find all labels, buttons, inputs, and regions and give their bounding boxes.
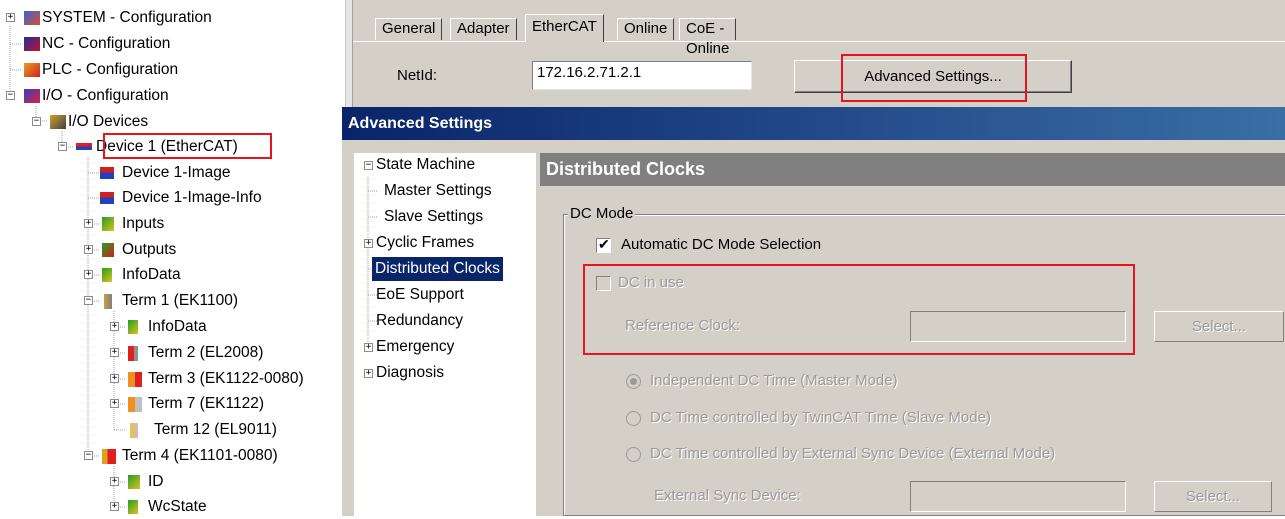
- nav-master-settings[interactable]: Master Settings: [384, 179, 492, 203]
- tree-label: I/O - Configuration: [42, 87, 169, 104]
- nav-cyclic-frames[interactable]: Cyclic Frames: [376, 231, 474, 255]
- expand-plus-icon[interactable]: +: [110, 322, 119, 331]
- tab-adapter[interactable]: Adapter: [450, 18, 517, 40]
- expand-plus-icon[interactable]: +: [110, 399, 119, 408]
- tab-baseline: [353, 41, 1285, 42]
- expand-plus-icon[interactable]: +: [110, 374, 119, 383]
- advanced-button-highlight-box: [841, 54, 1027, 102]
- tab-general[interactable]: General: [375, 18, 443, 40]
- terminal-orange-icon: [128, 372, 142, 387]
- reference-clock-select-button[interactable]: Select...: [1154, 311, 1284, 342]
- collapse-minus-icon[interactable]: −: [84, 296, 93, 305]
- wcstate-icon: [128, 500, 138, 514]
- external-dc-label: DC Time controlled by External Sync Devi…: [650, 445, 1056, 462]
- inputs-icon: [102, 217, 114, 231]
- tree-label: Term 7 (EK1122): [148, 395, 265, 412]
- external-sync-select-button[interactable]: Select...: [1154, 481, 1272, 512]
- terminal-coupler-icon: [102, 449, 116, 464]
- terminal-red-icon: [128, 346, 138, 361]
- plc-config-icon: [24, 63, 40, 77]
- nav-slave-settings[interactable]: Slave Settings: [384, 205, 483, 229]
- tree-label: InfoData: [148, 318, 207, 335]
- auto-dc-mode-checkbox[interactable]: ✔: [596, 236, 611, 253]
- nav-distributed-clocks[interactable]: Distributed Clocks: [372, 257, 503, 281]
- tree-label: Device 1-Image-Info: [122, 189, 262, 206]
- terminal-icon: [104, 294, 112, 309]
- image-info-icon: [100, 192, 114, 204]
- nav-eoe-support[interactable]: EoE Support: [376, 283, 464, 307]
- tree-label: Outputs: [122, 241, 177, 258]
- collapse-minus-icon[interactable]: −: [364, 161, 373, 170]
- netid-label: NetId:: [397, 67, 438, 84]
- expand-plus-icon[interactable]: +: [110, 348, 119, 357]
- nav-state-machine[interactable]: State Machine: [376, 153, 475, 177]
- id-icon: [128, 475, 140, 489]
- tree-label: PLC - Configuration: [42, 61, 179, 78]
- tree-label: Term 4 (EK1101-0080): [122, 447, 278, 464]
- tree-label: InfoData: [122, 266, 181, 283]
- nav-redundancy[interactable]: Redundancy: [376, 309, 463, 333]
- checkmark-icon: ✔: [598, 236, 610, 252]
- system-config-icon: [24, 11, 40, 25]
- tree-label: WcState: [148, 498, 207, 515]
- nav-emergency[interactable]: Emergency: [376, 335, 454, 359]
- infodata-icon: [102, 268, 112, 282]
- outputs-icon: [102, 243, 114, 257]
- twincat-dc-label: DC Time controlled by TwinCAT Time (Slav…: [650, 409, 991, 426]
- device1-highlight-box: [103, 133, 272, 159]
- tree-label: Term 1 (EK1100): [122, 292, 239, 309]
- image-icon: [100, 167, 114, 179]
- expand-plus-icon[interactable]: +: [84, 270, 93, 279]
- expand-plus-icon[interactable]: +: [84, 219, 93, 228]
- nc-config-icon: [24, 37, 40, 51]
- dc-in-use-highlight-box: [583, 264, 1135, 355]
- external-dc-radio[interactable]: [626, 447, 641, 462]
- expand-plus-icon[interactable]: +: [6, 13, 15, 22]
- expand-plus-icon[interactable]: +: [84, 245, 93, 254]
- tree-label: Term 2 (EL2008): [148, 344, 264, 361]
- tab-coe-online[interactable]: CoE - Online: [679, 18, 737, 57]
- collapse-minus-icon[interactable]: −: [32, 117, 41, 126]
- collapse-minus-icon[interactable]: −: [6, 91, 15, 100]
- advanced-settings-dialog: Advanced Settings − State Machine Master…: [341, 107, 1285, 516]
- io-config-icon: [24, 89, 40, 103]
- dialog-title: Advanced Settings: [342, 107, 1285, 140]
- infodata-icon: [128, 320, 138, 334]
- expand-plus-icon[interactable]: +: [364, 239, 373, 248]
- io-devices-icon: [50, 115, 66, 129]
- expand-plus-icon[interactable]: +: [110, 502, 119, 511]
- settings-nav-tree[interactable]: − State Machine Master Settings Slave Se…: [354, 153, 536, 516]
- dc-mode-groupbox: [563, 214, 1285, 516]
- terminal-orange-icon: [128, 397, 142, 412]
- nav-diagnosis[interactable]: Diagnosis: [376, 361, 444, 385]
- expand-plus-icon[interactable]: +: [364, 369, 373, 378]
- tab-ethercat[interactable]: EtherCAT: [525, 14, 604, 42]
- tree-label: Term 12 (EL9011): [154, 421, 277, 438]
- solution-tree[interactable]: + SYSTEM - Configuration NC - Configurat…: [0, 0, 345, 516]
- tree-label: ID: [148, 473, 164, 490]
- auto-dc-mode-label: Automatic DC Mode Selection: [621, 236, 822, 253]
- terminal-end-icon: [130, 423, 138, 438]
- tree-label: Inputs: [122, 215, 165, 232]
- ethercat-device-icon: [76, 143, 92, 150]
- tree-label: I/O Devices: [68, 113, 149, 130]
- tree-label: SYSTEM - Configuration: [42, 9, 212, 26]
- netid-field[interactable]: 172.16.2.71.2.1: [532, 61, 752, 90]
- tree-label: Device 1-Image: [122, 164, 231, 181]
- tree-label: Term 3 (EK1122-0080): [148, 370, 304, 387]
- expand-plus-icon[interactable]: +: [110, 477, 119, 486]
- independent-dc-radio[interactable]: [626, 374, 641, 389]
- expand-plus-icon[interactable]: +: [364, 343, 373, 352]
- section-header: Distributed Clocks: [540, 153, 1285, 186]
- tab-online[interactable]: Online: [617, 18, 675, 40]
- independent-dc-label: Independent DC Time (Master Mode): [650, 372, 898, 389]
- tree-label: NC - Configuration: [42, 35, 171, 52]
- collapse-minus-icon[interactable]: −: [58, 142, 67, 151]
- collapse-minus-icon[interactable]: −: [84, 451, 93, 460]
- dc-mode-group-title: DC Mode: [568, 205, 636, 222]
- twincat-dc-radio[interactable]: [626, 411, 641, 426]
- external-sync-device-label: External Sync Device:: [654, 487, 801, 504]
- external-sync-device-field[interactable]: [910, 481, 1126, 512]
